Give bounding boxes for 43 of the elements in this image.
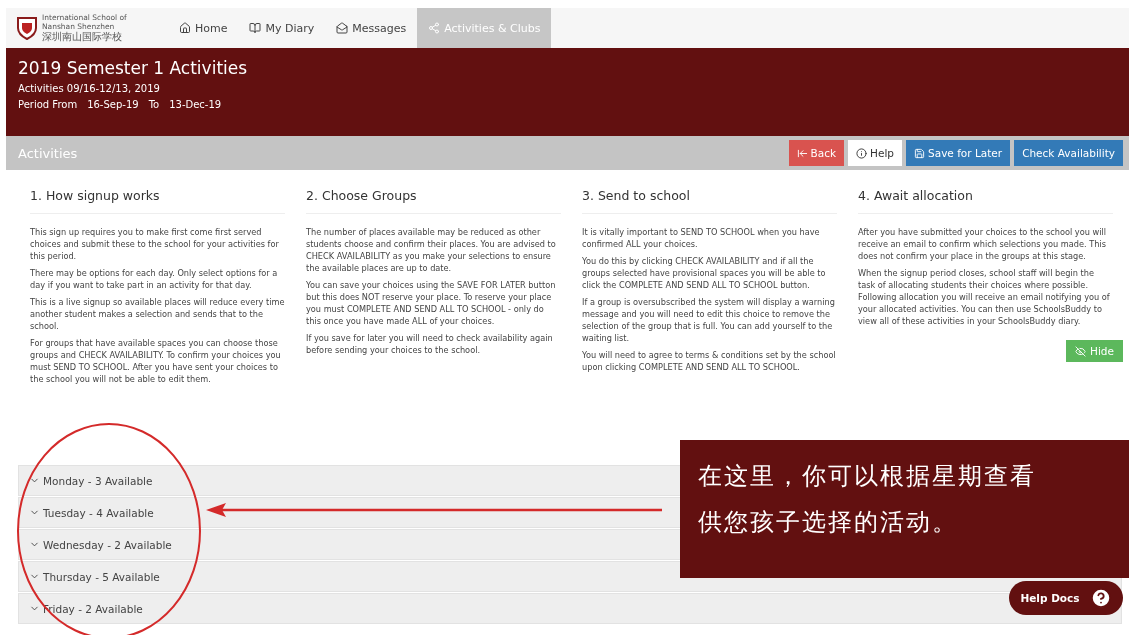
section-title: Activities [17, 145, 78, 161]
nav-tab[interactable]: My Diary [238, 8, 326, 48]
step-paragraph: It is vitally important to SEND TO SCHOOL when you have confirmed ALL your choices. [582, 226, 821, 250]
toolbar-button[interactable]: Save for Later [906, 140, 1011, 166]
activities-dates: Activities 09/16-12/13, 2019 [18, 83, 160, 94]
from-date: 16-Sep-19 [87, 99, 139, 110]
step-title: 3. Send to school [582, 184, 837, 214]
step-paragraph: If a group is oversubscribed the system will display a warning message and you will need to edit this choice to remove the selection of the group that is full. You can add yourself to the waiting list. [582, 296, 836, 344]
step-paragraph: You do this by clicking CHECK AVAILABILITY and if all the groups selected have provisional spaces you will be able to click the COMPLETE AND SEND ALL TO SCHOOL button. [582, 255, 827, 291]
toolbar-button[interactable]: Help [848, 140, 903, 166]
step-paragraph: This sign up requires you to make first come first served choices and submit these to the school for your activities for this period. [30, 226, 280, 262]
step-title: 1. How signup works [30, 184, 285, 214]
toolbar-button[interactable]: Check Availability [1014, 140, 1123, 166]
to-label: To [148, 99, 160, 110]
eye-off-icon [1075, 345, 1087, 357]
home-icon [179, 22, 191, 34]
step-paragraph: You will need to agree to terms & conditions set by the school upon clicking COMPLETE AND SEND ALL TO SCHOOL. [582, 349, 837, 373]
step-paragraph: This is a live signup so available places will reduce every time another student makes a selection and sends that to the school. [30, 296, 285, 332]
nav-tab[interactable]: Messages [325, 8, 418, 48]
step-paragraph: The number of places available may be reduced as other students choose and confirm their places. You are advised to CHECK AVAILABILITY as you make your selections to ensure the available places are up to date. [306, 226, 557, 274]
period-label: Period From [18, 99, 78, 110]
toolbar-button[interactable]: Back [788, 140, 845, 166]
help-docs-button[interactable]: Help Docs [1009, 581, 1123, 615]
school-crest-icon [16, 16, 38, 40]
save-icon [914, 147, 926, 159]
back-arrow-icon [796, 147, 808, 159]
to-date: 13-Dec-19 [169, 99, 222, 110]
step-paragraph: You can save your choices using the SAVE FOR LATER button but this does NOT reserve your place. To reserve your place you must COMPLETE AND SEND ALL TO SCHOOL - only do this once you have made ALL of your choices. [306, 279, 557, 327]
step-paragraph: If you save for later you will need to check availability again before sending your choices to the school. [306, 332, 554, 356]
step-title: 2. Choose Groups [306, 184, 561, 214]
step-title: 4. Await allocation [858, 184, 1113, 214]
help-icon [1089, 587, 1112, 609]
nav-tab[interactable]: Home [168, 8, 239, 48]
page-title: 2019 Semester 1 Activities [18, 58, 249, 78]
step-paragraph: After you have submitted your choices to the school you will receive an email to confirm which selections you made. This does not confirm your place in the groups at this stage. [858, 226, 1108, 262]
step-paragraph: When the signup period closes, school staff will begin the task of allocating students their choices where possible. Following allocation you will receive an email notifying you of your allocated activities. You can then use SchoolsBuddy to view all of these activities in your SchoolsBuddy diary. [858, 267, 1111, 327]
network-icon [428, 22, 441, 34]
school-name-chinese: 深圳南山国际学校 [42, 31, 123, 43]
info-icon [856, 147, 868, 159]
envelope-icon [336, 22, 349, 34]
step-paragraph: There may be options for each day. Only select options for a day if you want to take part in an activity for that day. [30, 267, 279, 291]
step-paragraph: For groups that have available spaces you can choose those groups and CHECK AVAILABILITY. To confirm your choices you must SEND TO SCHOOL. After you have sent your choices to the school you will not be able to edit them. [30, 337, 282, 385]
book-icon [249, 22, 262, 34]
